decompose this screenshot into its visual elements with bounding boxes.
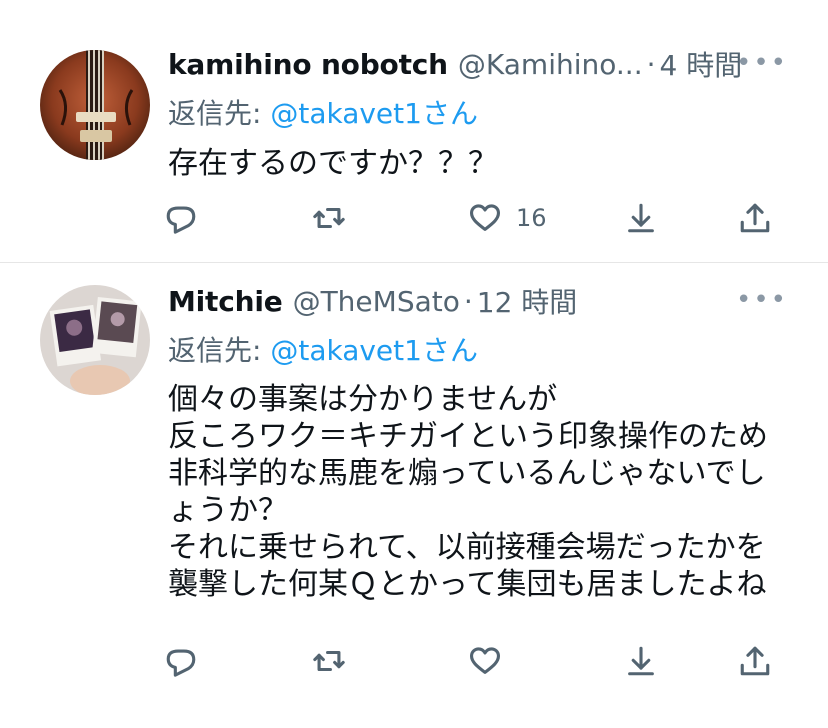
reply-to-label: 返信先: <box>168 334 271 367</box>
retweet-icon <box>313 207 345 229</box>
display-name[interactable]: kamihino nobotch <box>168 48 448 81</box>
timestamp[interactable]: 12 時間 <box>477 281 578 321</box>
tweet-header: Mitchie @TheMSato · 12 時間 <box>168 281 788 321</box>
display-name[interactable]: Mitchie <box>168 285 283 318</box>
retweet-button[interactable] <box>312 198 346 238</box>
tweet[interactable]: Mitchie @TheMSato · 12 時間 ••• 返信先: @taka… <box>0 263 828 728</box>
action-bar <box>164 641 788 681</box>
violin-avatar-icon <box>40 50 150 160</box>
reply-icon <box>166 649 196 677</box>
upload-icon <box>740 646 770 676</box>
reply-to-user-link[interactable]: @takavet1さん <box>270 97 478 130</box>
user-handle[interactable]: @Kamihino... <box>458 48 643 81</box>
like-icon <box>469 204 501 231</box>
separator-dot: · <box>463 284 473 318</box>
upload-button[interactable] <box>738 641 772 681</box>
tweet-text: 存在するのですか？？？ <box>168 146 498 181</box>
retweet-icon <box>313 650 345 672</box>
reply-to-line: 返信先: @takavet1さん <box>168 92 478 132</box>
tweet-text: 個々の事案は分かりませんが 反ころワク＝キチガイという印象操作のため 非科学的な… <box>168 382 768 602</box>
share-down-icon <box>628 203 654 233</box>
reply-to-user-link[interactable]: @takavet1さん <box>270 334 478 367</box>
reply-to-label: 返信先: <box>168 97 271 130</box>
tweet[interactable]: kamihino nobotch @Kamihino... · 4 時間 •••… <box>0 0 828 262</box>
like-icon <box>469 647 501 674</box>
reply-button[interactable] <box>164 641 198 681</box>
upload-icon <box>740 203 770 233</box>
share-button[interactable] <box>624 198 658 238</box>
reply-button[interactable] <box>164 198 198 238</box>
share-button[interactable] <box>624 641 658 681</box>
more-options-icon[interactable]: ••• <box>736 48 788 78</box>
timestamp[interactable]: 4 時間 <box>660 44 743 84</box>
user-handle[interactable]: @TheMSato <box>293 285 460 318</box>
more-options-icon[interactable]: ••• <box>736 285 788 315</box>
upload-button[interactable] <box>738 198 772 238</box>
like-button[interactable] <box>468 641 516 681</box>
separator-dot: · <box>646 47 656 81</box>
avatar[interactable] <box>40 50 150 160</box>
action-bar: 16 <box>164 198 788 238</box>
avatar[interactable] <box>40 285 150 395</box>
like-count: 16 <box>516 204 547 232</box>
tweet-header: kamihino nobotch @Kamihino... · 4 時間 <box>168 44 788 84</box>
share-down-icon <box>628 646 654 676</box>
like-button[interactable]: 16 <box>468 198 547 238</box>
photos-avatar-icon <box>40 285 150 395</box>
reply-icon <box>166 206 196 234</box>
reply-to-line: 返信先: @takavet1さん <box>168 329 478 369</box>
retweet-button[interactable] <box>312 641 346 681</box>
